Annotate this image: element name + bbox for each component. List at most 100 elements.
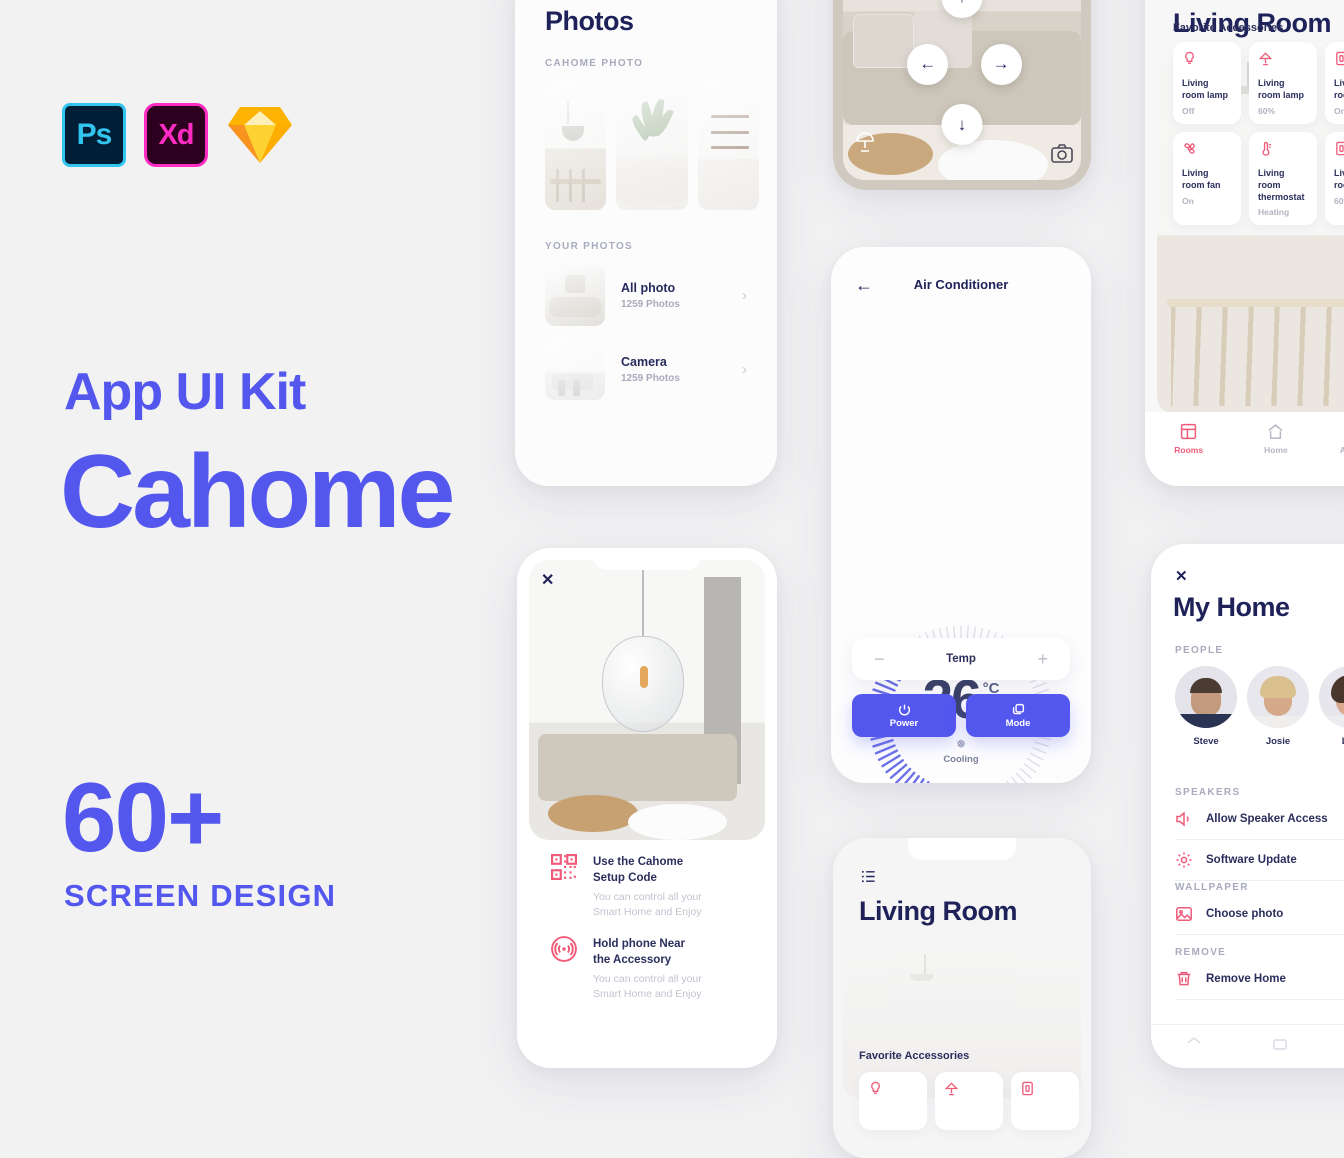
album-thumbnail <box>545 339 605 400</box>
close-button[interactable]: ✕ <box>541 570 554 590</box>
ar-camera-viewport[interactable]: ↑ ↓ ← → <box>843 0 1081 180</box>
fan-icon <box>1184 143 1195 154</box>
nav-label: Rooms <box>1174 445 1204 455</box>
temp-increase-button[interactable]: + <box>1037 650 1048 668</box>
accessory-card[interactable] <box>859 1072 927 1130</box>
accessory-card[interactable]: Living room lamp Off <box>1173 42 1241 124</box>
setting-label: Choose photo <box>1206 908 1284 920</box>
mode-button[interactable]: Mode <box>966 694 1070 737</box>
bulb-icon <box>1185 51 1194 64</box>
setup-item-nfc[interactable]: Hold phone Near the Accessory You can co… <box>551 936 751 1002</box>
speaker-icon <box>1176 811 1189 827</box>
accessory-card[interactable]: Living room thermostat Heating <box>1249 131 1317 226</box>
phone-ar-control: ↑ ↓ ← → <box>833 0 1091 190</box>
nfc-icon <box>551 936 577 962</box>
nav-item-rooms[interactable]: Rooms <box>1145 423 1232 455</box>
rooms-icon <box>1187 1037 1201 1044</box>
gallery-photo[interactable] <box>698 82 759 210</box>
accessory-state: On <box>1182 195 1194 206</box>
section-label-speakers: SPEAKERS <box>1175 787 1241 798</box>
accessory-name: Living room fan <box>1182 167 1221 190</box>
phone-living-room-bottom: Living Room Favorite Accessories <box>833 838 1091 1158</box>
setup-item-qr[interactable]: Use the Cahome Setup Code You can contro… <box>551 854 751 920</box>
accessory-name: Living room lamp <box>1258 78 1305 100</box>
nav-item-home[interactable]: Home <box>1232 423 1319 455</box>
gallery-photo[interactable] <box>616 82 688 210</box>
outlet-icon <box>1022 1081 1033 1096</box>
photoshop-icon: Ps <box>62 103 126 167</box>
accessory-card[interactable]: Living room lamp 60% <box>1249 42 1317 124</box>
accessory-card[interactable]: Living room outlet On <box>1325 42 1344 124</box>
bottom-nav: Rooms Home Automation <box>1145 412 1344 486</box>
nav-item-automation[interactable] <box>1323 1036 1344 1052</box>
section-label-people: PEOPLE <box>1175 645 1224 656</box>
setting-label: Allow Speaker Access <box>1206 813 1328 825</box>
bulb-icon <box>871 1081 880 1094</box>
list-menu-button[interactable] <box>861 869 876 889</box>
mode-button-label: Mode <box>1005 717 1031 729</box>
power-icon <box>898 704 910 715</box>
setting-row-allow-speaker-access[interactable]: Allow Speaker Access <box>1175 799 1344 840</box>
temperature-stepper[interactable]: − Temp + <box>852 638 1070 680</box>
setup-title: Use the Cahome Setup Code <box>593 856 684 885</box>
nav-item-automation[interactable]: Automation <box>1320 423 1344 455</box>
nav-item-rooms[interactable] <box>1151 1036 1237 1052</box>
accessory-state: Heating <box>1258 207 1290 218</box>
qr-code-icon <box>551 854 577 880</box>
outlet-icon <box>1336 51 1344 66</box>
accessory-name: Living room outlet <box>1334 167 1344 190</box>
gallery-photo[interactable] <box>545 82 606 210</box>
phone-living-room-top: Living Room Favorite Accessories Living … <box>1145 0 1344 486</box>
ar-move-right-button[interactable]: → <box>980 43 1022 85</box>
ac-action-buttons: Power Mode <box>852 694 1070 737</box>
nav-item-home[interactable] <box>1237 1036 1323 1052</box>
setting-row-software-update[interactable]: Software Update <box>1175 840 1344 881</box>
temp-stepper-label: Temp <box>946 653 976 665</box>
people-list: Steve Josie Lyn <box>1175 666 1344 747</box>
power-button[interactable]: Power <box>852 694 956 737</box>
thermostat-icon <box>1262 141 1272 156</box>
accessory-state: 60% <box>1258 105 1276 116</box>
setting-row-choose-photo[interactable]: Choose photo <box>1175 894 1344 935</box>
person-josie[interactable]: Josie <box>1247 666 1309 747</box>
section-label-remove: REMOVE <box>1175 947 1227 958</box>
person-lyn[interactable]: Lyn <box>1319 666 1344 747</box>
album-title: Camera <box>621 355 667 369</box>
avatar <box>1247 666 1309 728</box>
accessory-card[interactable] <box>935 1072 1003 1130</box>
section-label-your-photos: YOUR PHOTOS <box>545 241 634 252</box>
phone-notch <box>593 548 701 570</box>
ar-move-left-button[interactable]: ← <box>907 43 949 85</box>
accessory-card[interactable]: Living room fan On <box>1173 131 1241 226</box>
ar-move-down-button[interactable]: ↓ <box>941 104 983 146</box>
album-row-camera[interactable]: Camera 1259 Photos › <box>545 339 747 400</box>
setting-label: Remove Home <box>1206 973 1286 985</box>
close-button[interactable]: ✕ <box>1175 567 1188 585</box>
accessory-card[interactable] <box>1011 1072 1079 1130</box>
album-count: 1259 Photos <box>621 373 680 384</box>
person-steve[interactable]: Steve <box>1175 666 1237 747</box>
setup-description: You can control all your Smart Home and … <box>593 890 702 918</box>
phone-my-home: ✕ My Home PEOPLE Steve Josie SPEAKERS Al… <box>1151 544 1344 1068</box>
lamp-icon <box>1258 52 1273 66</box>
accessory-card[interactable]: Living room outlet 60% <box>1325 131 1344 226</box>
remove-settings-list: Remove Home <box>1175 959 1344 1000</box>
setting-row-remove-home[interactable]: Remove Home <box>1175 959 1344 1000</box>
album-title: All photo <box>621 281 676 295</box>
lamp-icon[interactable] <box>853 131 877 158</box>
power-button-label: Power <box>889 717 919 729</box>
person-name: Josie <box>1265 736 1291 747</box>
album-row-all-photo[interactable]: All photo 1259 Photos › <box>545 265 747 326</box>
section-label-favorite-accessories: Favorite Accessories <box>1173 22 1284 34</box>
phone-setup: ✕ Use the Cahome Setup Code You can cont… <box>517 548 777 1068</box>
camera-icon[interactable] <box>1051 144 1073 168</box>
home-icon <box>1268 424 1284 439</box>
album-thumbnail <box>545 265 605 326</box>
pendant-lamp-photo: ✕ <box>529 560 765 840</box>
section-label-wallpaper: WALLPAPER <box>1175 882 1249 893</box>
setting-label: Software Update <box>1206 854 1297 866</box>
temp-decrease-button[interactable]: − <box>874 650 885 668</box>
bottom-nav <box>1151 1024 1344 1068</box>
section-label-cahome-photo: CAHOME PHOTO <box>545 58 644 69</box>
sketch-icon <box>226 103 294 167</box>
